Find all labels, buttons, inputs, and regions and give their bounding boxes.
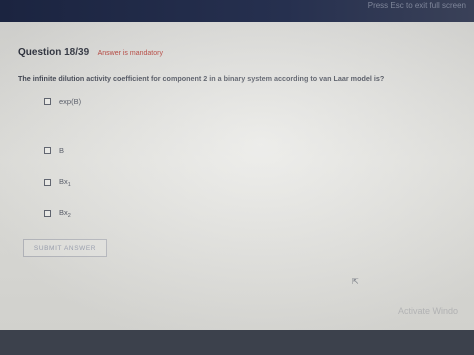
question-header: Question 18/39 Answer is mandatory bbox=[18, 42, 163, 60]
option-b[interactable]: B bbox=[44, 146, 64, 155]
fullscreen-hint: Press Esc to exit full screen bbox=[367, 1, 466, 10]
option-bx1[interactable]: Bx1 bbox=[44, 177, 71, 188]
question-number: Question 18/39 bbox=[18, 47, 90, 58]
activate-windows-watermark: Activate Windo bbox=[398, 306, 459, 316]
browser-top-bar: Press Esc to exit full screen bbox=[0, 0, 474, 22]
checkbox[interactable] bbox=[44, 210, 51, 217]
screen-bottom-bezel bbox=[0, 330, 474, 355]
checkbox[interactable] bbox=[44, 179, 51, 186]
checkbox[interactable] bbox=[44, 98, 51, 105]
mandatory-notice: Answer is mandatory bbox=[97, 50, 163, 57]
option-bx2[interactable]: Bx2 bbox=[44, 208, 71, 219]
option-label: B bbox=[59, 146, 65, 155]
question-text: The infinite dilution activity coefficie… bbox=[18, 74, 385, 83]
option-label: exp(B) bbox=[59, 97, 82, 106]
option-label: Bx2 bbox=[59, 208, 71, 219]
option-label: Bx1 bbox=[59, 177, 71, 188]
checkbox[interactable] bbox=[44, 147, 51, 154]
question-card: Question 18/39 Answer is mandatory The i… bbox=[0, 22, 474, 330]
submit-answer-button[interactable]: SUBMIT ANSWER bbox=[23, 239, 107, 257]
option-exp-b[interactable]: exp(B) bbox=[44, 97, 81, 106]
mouse-cursor-icon: ⇱ bbox=[352, 277, 359, 286]
